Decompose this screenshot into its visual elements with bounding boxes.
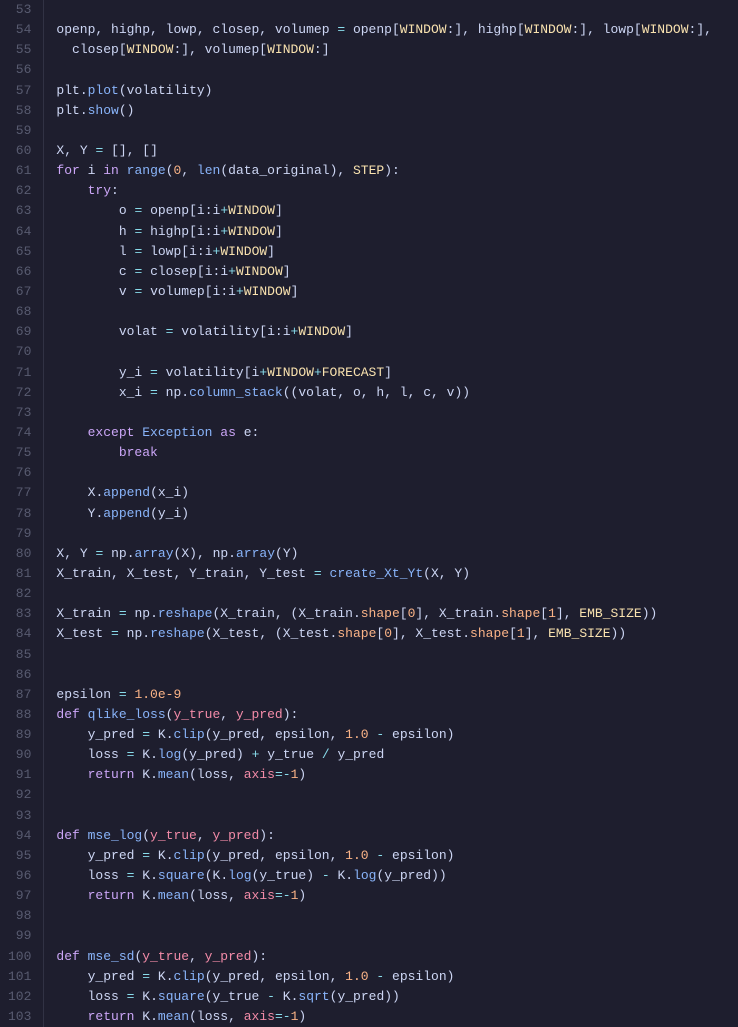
code-line-76 [56,463,738,483]
code-line-79 [56,524,738,544]
code-line-88: def qlike_loss(y_true, y_pred): [56,705,738,725]
code-line-98 [56,906,738,926]
code-line-70 [56,342,738,362]
code-line-65: l = lowp[i:i+WINDOW] [56,242,738,262]
code-line-80: X, Y = np.array(X), np.array(Y) [56,544,738,564]
code-line-100: def mse_sd(y_true, y_pred): [56,947,738,967]
code-line-97: return K.mean(loss, axis=-1) [56,886,738,906]
code-line-58: plt.show() [56,101,738,121]
code-line-61: for i in range(0, len(data_original), ST… [56,161,738,181]
code-editor: 53 54 55 56 57 58 59 60 61 62 63 64 65 6… [0,0,738,1027]
code-line-91: return K.mean(loss, axis=-1) [56,765,738,785]
code-line-73 [56,403,738,423]
code-line-93 [56,806,738,826]
code-line-87: epsilon = 1.0e-9 [56,685,738,705]
code-line-72: x_i = np.column_stack((volat, o, h, l, c… [56,383,738,403]
code-line-89: y_pred = K.clip(y_pred, epsilon, 1.0 - e… [56,725,738,745]
code-line-63: o = openp[i:i+WINDOW] [56,201,738,221]
code-line-71: y_i = volatility[i+WINDOW+FORECAST] [56,363,738,383]
code-line-66: c = closep[i:i+WINDOW] [56,262,738,282]
code-line-59 [56,121,738,141]
code-line-96: loss = K.square(K.log(y_true) - K.log(y_… [56,866,738,886]
code-line-102: loss = K.square(y_true - K.sqrt(y_pred)) [56,987,738,1007]
code-line-84: X_test = np.reshape(X_test, (X_test.shap… [56,624,738,644]
code-line-90: loss = K.log(y_pred) + y_true / y_pred [56,745,738,765]
code-line-78: Y.append(y_i) [56,504,738,524]
code-line-82 [56,584,738,604]
code-line-81: X_train, X_test, Y_train, Y_test = creat… [56,564,738,584]
code-line-75: break [56,443,738,463]
code-line-64: h = highp[i:i+WINDOW] [56,222,738,242]
code-line-94: def mse_log(y_true, y_pred): [56,826,738,846]
code-line-103: return K.mean(loss, axis=-1) [56,1007,738,1027]
code-line-68 [56,302,738,322]
code-line-83: X_train = np.reshape(X_train, (X_train.s… [56,604,738,624]
code-text[interactable]: openp, highp, lowp, closep, volumep = op… [44,0,738,1027]
code-line-55: closep[WINDOW:], volumep[WINDOW:] [56,40,738,60]
code-line-60: X, Y = [], [] [56,141,738,161]
line-numbers-gutter: 53 54 55 56 57 58 59 60 61 62 63 64 65 6… [0,0,44,1027]
code-line-67: v = volumep[i:i+WINDOW] [56,282,738,302]
code-line-77: X.append(x_i) [56,483,738,503]
code-line-62: try: [56,181,738,201]
code-line-95: y_pred = K.clip(y_pred, epsilon, 1.0 - e… [56,846,738,866]
code-line-99 [56,926,738,946]
code-line-85 [56,645,738,665]
code-line-74: except Exception as e: [56,423,738,443]
code-line-54: openp, highp, lowp, closep, volumep = op… [56,20,738,40]
code-line-86 [56,665,738,685]
code-line-101: y_pred = K.clip(y_pred, epsilon, 1.0 - e… [56,967,738,987]
code-line-56 [56,60,738,80]
code-line-57: plt.plot(volatility) [56,81,738,101]
code-line-92 [56,785,738,805]
code-line-69: volat = volatility[i:i+WINDOW] [56,322,738,342]
code-line-53 [56,0,738,20]
